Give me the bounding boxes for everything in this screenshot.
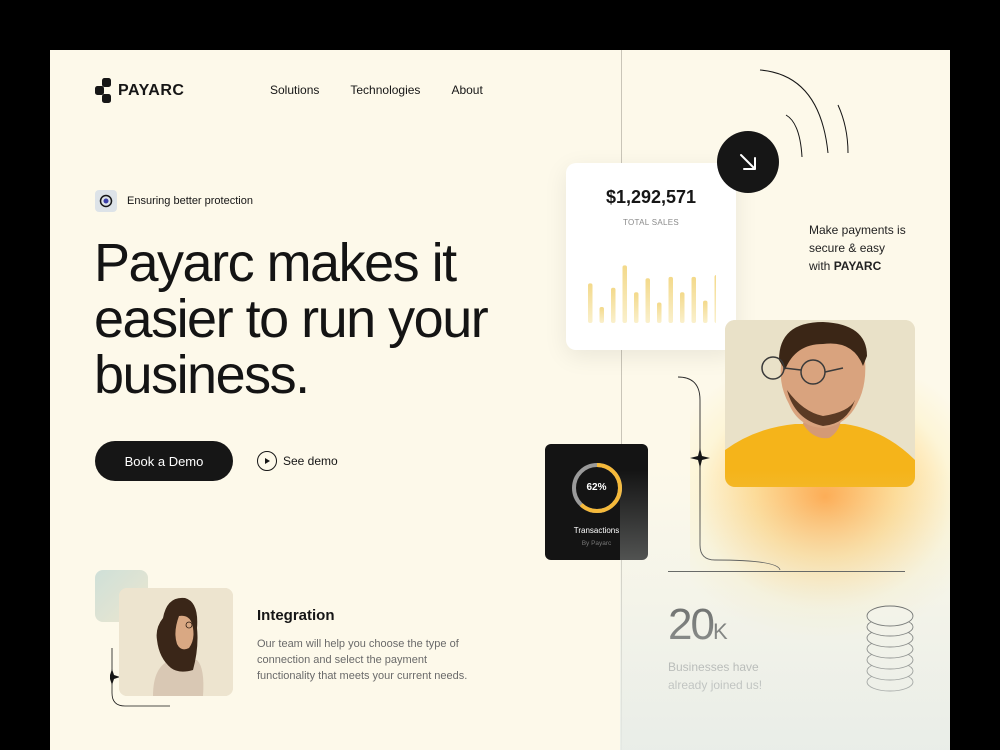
main-nav: Solutions Technologies About [270,83,483,97]
transactions-card: 62% Transactions By Payarc [545,444,648,560]
sales-bar [599,307,604,323]
brand-logo[interactable]: PAYARC [95,78,184,104]
landing-page: PAYARC Solutions Technologies About Ensu… [50,50,950,750]
sparkle-icon [690,448,710,468]
hero-title-line-3: business. [94,345,310,405]
stat-line-2: already joined us! [668,678,763,692]
badge-text: Ensuring better protection [127,195,253,207]
coin-stack-icon [866,605,914,692]
businesses-count: 20K [668,603,728,654]
sales-bar [714,275,716,323]
vertical-divider [621,50,622,750]
woman-profile-image [119,588,233,696]
protection-badge: Ensuring better protection [95,190,253,212]
arrow-down-right-icon [740,154,756,170]
secure-line-3-prefix: with [809,259,831,273]
hero-title: Payarc makes it easier to run your busin… [94,235,564,403]
sales-bar [634,292,639,323]
play-icon [257,451,277,471]
hero-title-line-1: Payarc makes it [94,233,457,293]
sales-bar [703,300,708,323]
secure-brand: PAYARC [833,259,882,273]
transactions-percent: 62% [586,482,607,493]
horizontal-divider [668,571,905,572]
nav-item-solutions[interactable]: Solutions [270,83,319,97]
book-demo-button[interactable]: Book a Demo [95,441,233,481]
arrow-down-right-button[interactable] [717,131,779,193]
businesses-text: Businesses have already joined us! [668,658,788,694]
stat-unit: K [712,619,728,644]
hero-title-line-2: easier to run your [94,289,489,349]
flow-connector-line [677,376,781,571]
transactions-label: Transactions [573,526,620,535]
transactions-sub: By Payarc [581,540,612,547]
sales-bar [691,276,696,323]
sales-bar [611,287,616,323]
payarc-logo-icon [95,78,111,103]
total-sales-card: $1,292,571 TOTAL SALES [566,163,736,350]
integration-text: Our team will help you choose the type o… [257,638,468,682]
sales-bar-chart [588,265,716,323]
sales-amount: $1,292,571 [605,187,697,207]
secure-payments-text: Make payments is secure & easy with PAYA… [809,221,929,275]
eye-icon [95,190,117,212]
secure-line-2: secure & easy [809,241,886,255]
sales-bar [588,283,593,323]
nav-item-technologies[interactable]: Technologies [350,83,420,97]
sales-bar [622,265,627,323]
sales-bar [668,276,673,323]
see-demo-label: See demo [283,454,338,468]
sales-bar [657,302,662,323]
sales-bar [680,292,685,323]
sales-bar [645,278,650,323]
integration-title: Integration [257,607,335,624]
sales-label: TOTAL SALES [622,218,680,227]
stat-number: 20 [668,600,715,649]
brand-name: PAYARC [118,82,185,99]
stat-line-1: Businesses have [668,660,759,674]
secure-line-1: Make payments is [809,223,906,237]
see-demo-link[interactable]: See demo [257,451,338,471]
nav-item-about[interactable]: About [451,83,482,97]
